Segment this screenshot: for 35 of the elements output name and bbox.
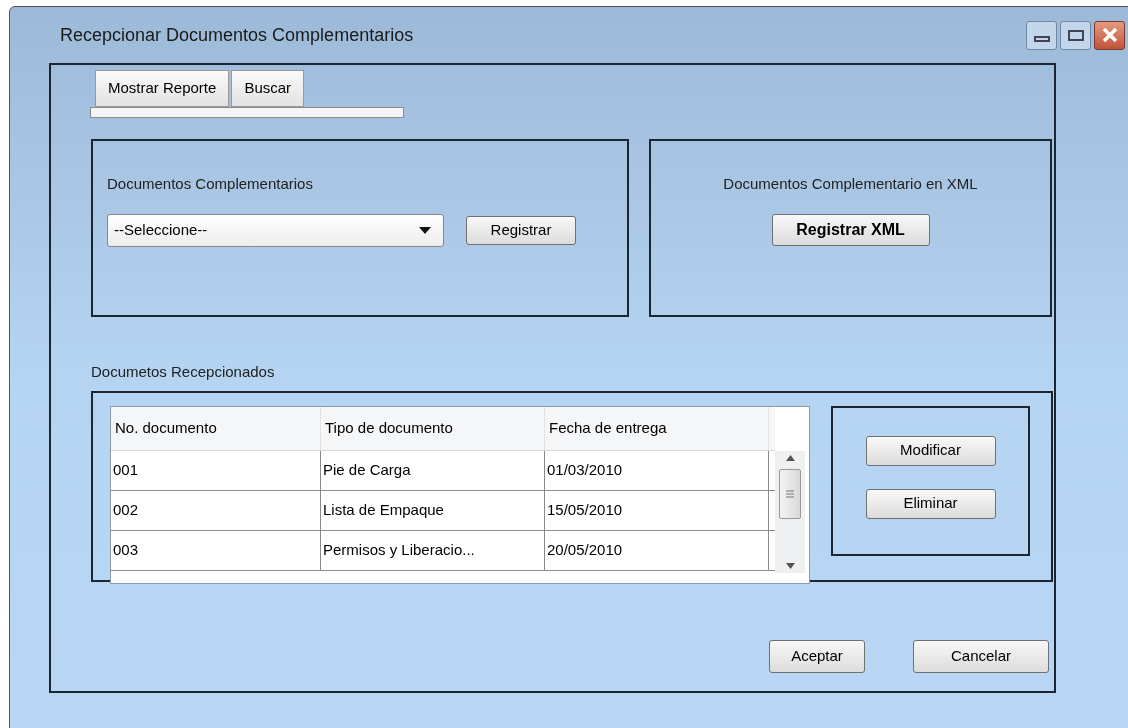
grip-icon <box>786 489 794 498</box>
vertical-scrollbar[interactable] <box>775 450 805 573</box>
window-title: Recepcionar Documentos Complementarios <box>60 23 415 47</box>
dialog-button[interactable]: Cancelar <box>913 639 1049 673</box>
column-header: No. documento <box>111 406 321 450</box>
tab[interactable]: Buscar <box>231 70 305 107</box>
column-header: Fecha de entrega <box>545 406 769 450</box>
maximize-button[interactable] <box>1060 20 1091 50</box>
close-icon <box>1101 28 1118 42</box>
close-button[interactable] <box>1094 20 1125 50</box>
table-cell: 001 <box>111 450 321 490</box>
table-cell: 20/05/2010 <box>545 530 769 570</box>
column-header: Tipo de documento <box>321 406 545 450</box>
register-xml-button[interactable]: Registrar XML <box>771 213 930 246</box>
table-cell: Permisos y Liberacio... <box>321 530 545 570</box>
group-title: Documentos Complementarios <box>107 174 314 194</box>
table-cell: 003 <box>111 530 321 570</box>
dialog-button[interactable]: Aceptar <box>769 639 865 673</box>
action-button[interactable]: Modificar <box>865 435 996 466</box>
dropdown-caret-icon <box>419 226 431 234</box>
scroll-down-icon <box>785 562 795 569</box>
action-button[interactable]: Eliminar <box>865 488 996 519</box>
register-button[interactable]: Registrar <box>466 215 576 245</box>
table-cell: Pie de Carga <box>321 450 545 490</box>
scroll-up-icon <box>785 454 795 461</box>
section-label: Documetos Recepcionados <box>91 362 276 382</box>
table-cell: 002 <box>111 490 321 530</box>
tab[interactable]: Mostrar Reporte <box>95 70 230 107</box>
table-cell: 15/05/2010 <box>545 490 769 530</box>
minimize-button[interactable] <box>1026 20 1057 50</box>
group-title: Documentos Complementario en XML <box>723 174 978 194</box>
document-type-dropdown[interactable]: --Seleccione-- <box>107 213 444 247</box>
scrollbar-thumb[interactable] <box>779 468 801 519</box>
table-cell: 01/03/2010 <box>545 450 769 490</box>
table-cell: Lista de Empaque <box>321 490 545 530</box>
